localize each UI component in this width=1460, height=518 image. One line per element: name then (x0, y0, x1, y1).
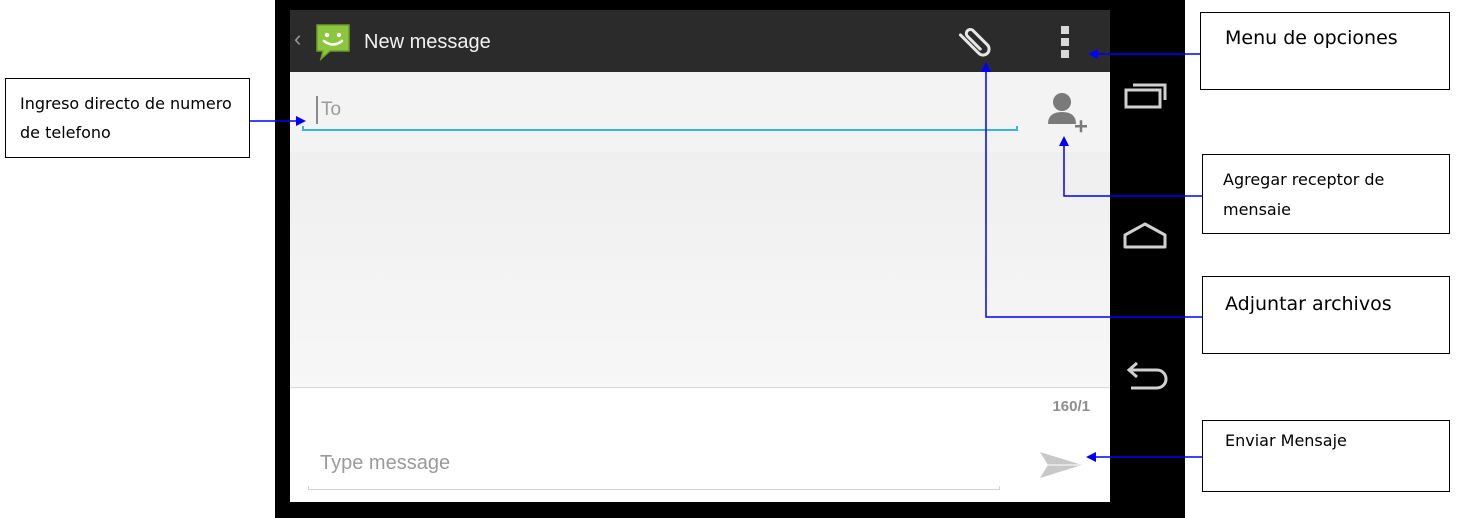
arrow-add-recipient (1059, 136, 1202, 197)
annotation-arrows (250, 49, 1202, 462)
arrow-attach-files (981, 62, 1202, 318)
